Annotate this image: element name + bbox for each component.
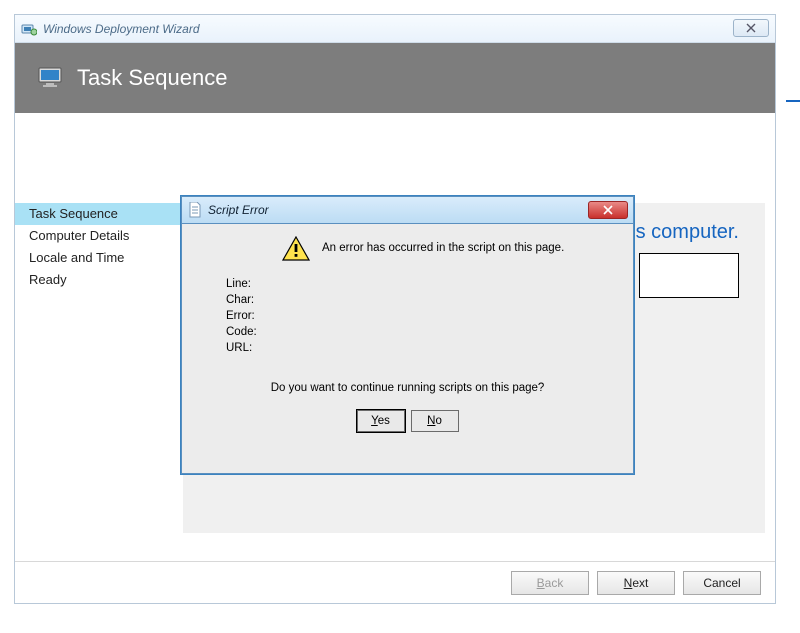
error-label: Error: xyxy=(226,308,257,324)
sidebar-item-locale-and-time[interactable]: Locale and Time xyxy=(15,247,183,269)
wizard-sidebar: Task Sequence Computer Details Locale an… xyxy=(15,203,183,291)
wizard-titlebar[interactable]: Windows Deployment Wizard xyxy=(15,15,775,43)
app-icon xyxy=(21,21,37,37)
sidebar-item-label: Ready xyxy=(29,272,67,287)
monitor-icon xyxy=(37,67,65,89)
sidebar-item-label: Locale and Time xyxy=(29,250,124,265)
back-label-rest: ack xyxy=(545,576,564,590)
decorative-line xyxy=(786,100,800,102)
next-label-rest: ext xyxy=(632,576,648,590)
char-label: Char: xyxy=(226,292,257,308)
cancel-label: Cancel xyxy=(703,576,740,590)
dialog-titlebar[interactable]: Script Error xyxy=(181,196,634,224)
wizard-button-row: Back Next Cancel xyxy=(15,561,775,603)
close-icon xyxy=(602,203,614,218)
dialog-close-button[interactable] xyxy=(588,201,628,219)
document-icon xyxy=(188,202,202,218)
text-input-fragment[interactable] xyxy=(639,253,739,298)
next-button[interactable]: Next xyxy=(597,571,675,595)
sidebar-item-task-sequence[interactable]: Task Sequence xyxy=(15,203,183,225)
warning-icon xyxy=(282,236,310,262)
dialog-button-row: Yes No xyxy=(182,410,633,432)
cancel-button[interactable]: Cancel xyxy=(683,571,761,595)
sidebar-item-computer-details[interactable]: Computer Details xyxy=(15,225,183,247)
line-label: Line: xyxy=(226,276,257,292)
yes-button[interactable]: Yes xyxy=(357,410,405,432)
dialog-message: An error has occurred in the script on t… xyxy=(322,242,564,254)
dialog-prompt: Do you want to continue running scripts … xyxy=(182,382,633,394)
back-button: Back xyxy=(511,571,589,595)
wizard-title: Windows Deployment Wizard xyxy=(43,22,200,36)
sidebar-item-label: Task Sequence xyxy=(29,206,118,221)
close-icon xyxy=(745,21,757,36)
code-label: Code: xyxy=(226,324,257,340)
dialog-body: An error has occurred in the script on t… xyxy=(181,224,634,474)
sidebar-item-ready[interactable]: Ready xyxy=(15,269,183,291)
error-details: Line: Char: Error: Code: URL: xyxy=(226,276,257,356)
banner-title: Task Sequence xyxy=(77,65,227,91)
url-label: URL: xyxy=(226,340,257,356)
dialog-title: Script Error xyxy=(208,203,269,217)
wizard-close-button[interactable] xyxy=(733,19,769,37)
no-button[interactable]: No xyxy=(411,410,459,432)
sidebar-item-label: Computer Details xyxy=(29,228,129,243)
script-error-dialog: Script Error An error has occurred in th… xyxy=(180,195,635,475)
wizard-banner: Task Sequence xyxy=(15,43,775,113)
